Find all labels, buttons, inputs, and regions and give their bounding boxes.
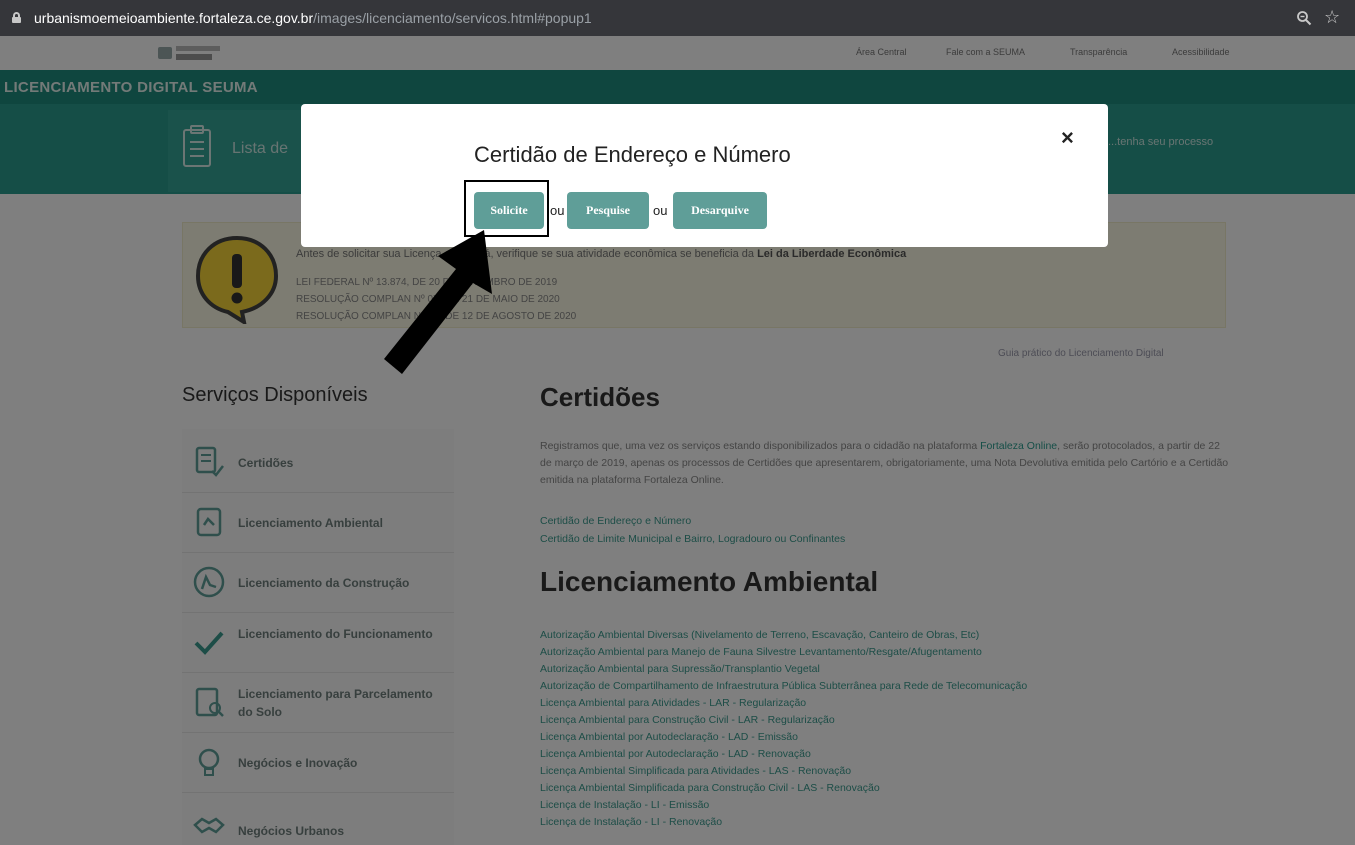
star-icon[interactable]: ☆: [1324, 7, 1340, 27]
zoom-icon[interactable]: [1296, 10, 1312, 26]
modal-title: Certidão de Endereço e Número: [474, 142, 791, 167]
pesquise-button[interactable]: Pesquise: [567, 192, 649, 229]
close-icon[interactable]: ×: [1061, 126, 1074, 150]
separator-ou: ou: [653, 203, 668, 218]
desarquive-button[interactable]: Desarquive: [673, 192, 767, 229]
url-text[interactable]: urbanismoemeioambiente.fortaleza.ce.gov.…: [34, 10, 592, 26]
browser-address-bar[interactable]: urbanismoemeioambiente.fortaleza.ce.gov.…: [0, 0, 1355, 36]
url-host: urbanismoemeioambiente.fortaleza.ce.gov.…: [34, 10, 314, 26]
annotation-arrow-icon: [384, 230, 492, 374]
popup-certidao-endereco: Certidão de Endereço e Número × Solicite…: [301, 104, 1108, 247]
url-path: /images/licenciamento/servicos.html#popu…: [313, 10, 592, 26]
lock-icon: [12, 12, 21, 23]
separator-ou: ou: [550, 203, 565, 218]
